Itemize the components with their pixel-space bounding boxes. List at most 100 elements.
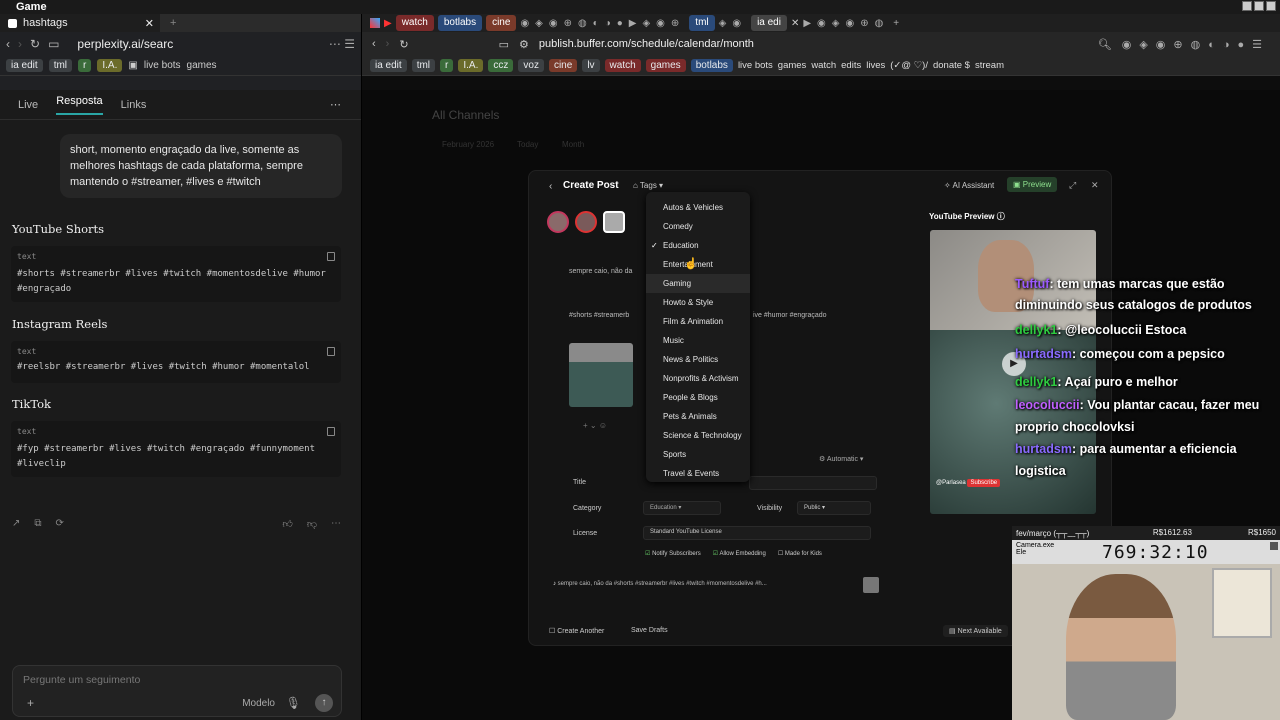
tags-button[interactable]: ⌂ Tags ▾: [633, 181, 663, 190]
forward-icon[interactable]: ›: [18, 37, 22, 51]
bookmark-1[interactable]: tml: [411, 59, 436, 72]
bookmark-2[interactable]: r: [78, 59, 92, 72]
copy-icon[interactable]: [327, 427, 335, 436]
url-field[interactable]: publish.buffer.com/schedule/calendar/mon…: [539, 38, 754, 50]
category-option-hovered[interactable]: Gaming: [646, 274, 750, 293]
copy-icon[interactable]: [327, 347, 335, 356]
embed-checkbox[interactable]: ☑ Allow Embedding: [713, 550, 766, 557]
license-select[interactable]: Standard YouTube License: [643, 526, 871, 540]
category-option[interactable]: People & Blogs: [646, 388, 750, 407]
thumbs-up-icon[interactable]: 👍︎: [282, 518, 292, 530]
bookmark-icon[interactable]: ▭: [499, 38, 509, 51]
notify-checkbox[interactable]: ☑ Notify Subscribers: [645, 550, 701, 557]
hashtags-text[interactable]: #shorts #streamerb: [569, 312, 629, 319]
reload-icon[interactable]: ↻: [399, 38, 408, 51]
tab-hashtags[interactable]: hashtags ✕: [0, 14, 160, 32]
back-icon[interactable]: ‹: [372, 38, 376, 50]
category-option[interactable]: Travel & Events: [646, 464, 750, 483]
youtube-icon[interactable]: ▶: [384, 18, 392, 29]
kids-checkbox[interactable]: ☐ Made for Kids: [778, 550, 822, 557]
category-option[interactable]: Science & Technology: [646, 426, 750, 445]
category-option[interactable]: Nonprofits & Activism: [646, 369, 750, 388]
tab-botlabs[interactable]: botlabs: [437, 15, 483, 31]
avatar-tiktok[interactable]: [603, 211, 625, 233]
bookmark-15[interactable]: lives: [866, 60, 885, 71]
bookmark-1[interactable]: tml: [48, 59, 73, 72]
bookmark-9[interactable]: games: [645, 59, 686, 72]
maximize-icon[interactable]: [1254, 1, 1264, 11]
tab-resposta[interactable]: Resposta: [56, 95, 103, 115]
bookmark-7[interactable]: lv: [582, 59, 600, 72]
close-tab-icon[interactable]: ✕: [791, 18, 799, 29]
tab-links[interactable]: Links: [121, 99, 147, 111]
tab-tml[interactable]: tml: [689, 15, 715, 31]
bookmark-16[interactable]: (✓@ ♡)/: [890, 60, 928, 71]
category-option[interactable]: Film & Animation: [646, 312, 750, 331]
tab-icons-group-2[interactable]: ◈◉: [719, 18, 747, 29]
bookmark-6[interactable]: cine: [548, 59, 578, 72]
model-selector[interactable]: Modelo: [242, 698, 275, 709]
bookmark-5[interactable]: voz: [518, 59, 544, 72]
tab-ia-edi[interactable]: ia edi: [751, 15, 787, 31]
bookmark-18[interactable]: stream: [975, 60, 1004, 71]
tiktok-row[interactable]: ♪ sempre caio, não da #shorts #streamerb…: [553, 581, 883, 587]
bookmark-14[interactable]: edits: [841, 60, 861, 71]
bookmark-2[interactable]: r: [440, 59, 454, 72]
extensions-icon[interactable]: ⋯ ☰: [329, 37, 355, 51]
reload-icon[interactable]: ↻: [30, 37, 40, 51]
avatar-instagram[interactable]: [547, 211, 569, 233]
video-thumbnail[interactable]: [569, 343, 633, 407]
more-icon[interactable]: ⋯: [330, 98, 341, 111]
close-modal-icon[interactable]: ✕: [1091, 180, 1099, 191]
next-available-button[interactable]: ▤ Next Available: [943, 625, 1008, 637]
category-option[interactable]: Comedy: [646, 217, 750, 236]
copy-icon[interactable]: [327, 252, 335, 261]
category-option[interactable]: Sports: [646, 445, 750, 464]
bookmark-0[interactable]: ia edit: [6, 59, 43, 72]
close-icon[interactable]: [1266, 1, 1276, 11]
visibility-select[interactable]: Public ▾: [797, 501, 871, 515]
new-tab-icon[interactable]: +: [170, 17, 176, 29]
forward-icon[interactable]: ›: [386, 38, 390, 50]
new-tab-icon[interactable]: +: [893, 18, 899, 29]
more-icon[interactable]: ⋯: [331, 518, 341, 530]
bookmark-12[interactable]: games: [778, 60, 807, 71]
tab-watch[interactable]: watch: [395, 15, 434, 31]
tiktok-thumb[interactable]: [863, 577, 879, 593]
category-option[interactable]: Autos & Vehicles: [646, 198, 750, 217]
tab-icons-group-3[interactable]: ▶◉◈◉⊕◍: [803, 18, 889, 29]
bookmark-5[interactable]: games: [187, 60, 217, 71]
preview-button[interactable]: ▣ Preview: [1007, 177, 1058, 192]
camera-close-icon[interactable]: [1270, 542, 1278, 550]
thumbs-down-icon[interactable]: 👎︎: [307, 518, 317, 530]
back-arrow-icon[interactable]: ‹: [549, 181, 552, 192]
bookmark-17[interactable]: donate $: [933, 60, 970, 71]
site-info-icon[interactable]: ⚙: [519, 38, 529, 51]
category-option[interactable]: News & Politics: [646, 350, 750, 369]
rewrite-icon[interactable]: ⟳: [56, 518, 64, 529]
share-icon[interactable]: ↗: [12, 518, 20, 529]
caption-text[interactable]: sempre caio, não da: [569, 268, 632, 275]
category-option[interactable]: Entertainment: [646, 255, 750, 274]
bookmark-11[interactable]: live bots: [738, 60, 773, 71]
bookmark-13[interactable]: watch: [811, 60, 836, 71]
window-controls[interactable]: [1242, 1, 1276, 11]
bookmark-0[interactable]: ia edit: [370, 59, 407, 72]
back-icon[interactable]: ‹: [6, 37, 10, 51]
mic-icon[interactable]: 🎙︎: [286, 696, 301, 710]
category-option[interactable]: Pets & Animals: [646, 407, 750, 426]
category-select[interactable]: Education ▾: [643, 501, 721, 515]
followup-input[interactable]: Pergunte um seguimento: [23, 674, 140, 686]
subscribe-button[interactable]: Subscribe: [967, 479, 1001, 487]
bookmark-icon[interactable]: ▭: [48, 37, 59, 51]
tab-live[interactable]: Live: [18, 99, 38, 111]
category-option-checked[interactable]: ✓ Education: [646, 236, 750, 255]
bookmark-8[interactable]: watch: [604, 59, 641, 72]
title-input[interactable]: [749, 476, 877, 490]
bookmark-4[interactable]: live bots: [144, 60, 181, 71]
attach-icon[interactable]: +: [27, 696, 34, 710]
copy-answer-icon[interactable]: ⧉: [34, 518, 41, 529]
category-option[interactable]: Music: [646, 331, 750, 350]
bookmark-3[interactable]: I.A.: [97, 59, 123, 72]
automatic-selector[interactable]: ⚙ Automatic ▾: [819, 455, 863, 463]
